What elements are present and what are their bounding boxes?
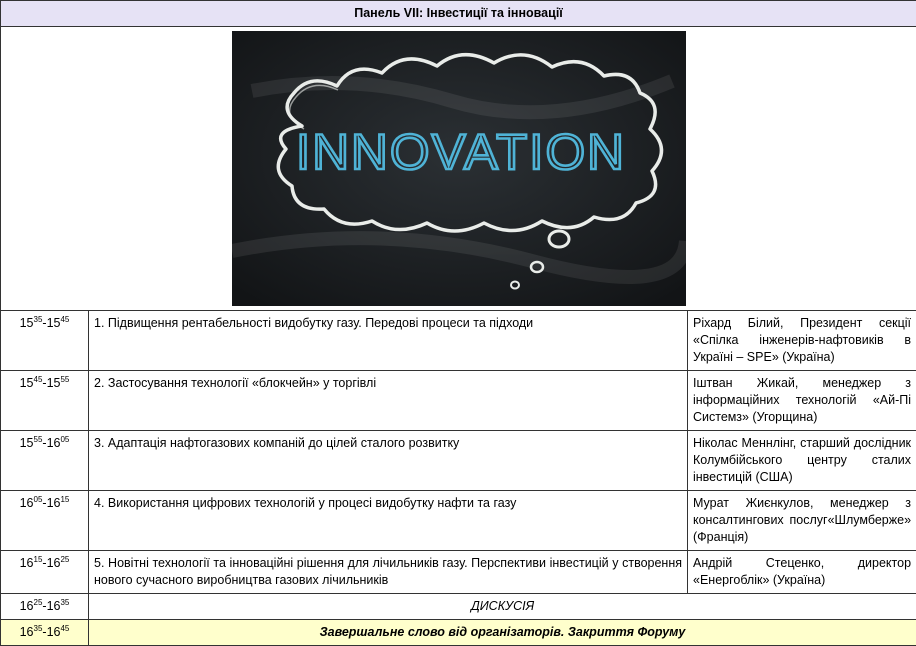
time-cell: 1605-1615 [1,491,89,551]
innovation-chalkboard-image: INNOVATION [232,31,686,306]
time-cell: 1535-1545 [1,311,89,371]
topic-cell: 1. Підвищення рентабельності видобутку г… [89,311,688,371]
discussion-label: ДИСКУСІЯ [89,594,916,620]
closing-row: 1635-1645 Завершальне слово від організа… [1,620,916,646]
topic-cell: 5. Новітні технології та інноваційні ріш… [89,551,688,594]
program-row: 1545-1555 2. Застосування технології «бл… [1,371,916,431]
speaker-cell: Ніколас Меннлінг, старший дослідник Колу… [688,431,916,491]
closing-label: Завершальне слово від організаторів. Зак… [89,620,916,646]
panel-title: Панель VII: Інвестиції та інновації [1,1,916,27]
time-cell: 1625-1635 [1,594,89,620]
discussion-row: 1625-1635 ДИСКУСІЯ [1,594,916,620]
speaker-cell: Мурат Жиєнкулов, менеджер з консалтингов… [688,491,916,551]
time-cell: 1635-1645 [1,620,89,646]
program-row: 1535-1545 1. Підвищення рентабельності в… [1,311,916,371]
program-table: Панель VII: Інвестиції та інновації [0,0,916,646]
speaker-cell: Андрій Стеценко, директор «Енергоблік» (… [688,551,916,594]
time-cell: 1545-1555 [1,371,89,431]
speaker-cell: Іштван Жикай, менеджер з інформаційних т… [688,371,916,431]
innovation-image-cell: INNOVATION [1,27,916,311]
program-row: 1615-1625 5. Новітні технології та іннов… [1,551,916,594]
topic-cell: 2. Застосування технології «блокчейн» у … [89,371,688,431]
time-cell: 1615-1625 [1,551,89,594]
topic-cell: 3. Адаптація нафтогазових компаній до ці… [89,431,688,491]
innovation-chalk-word: INNOVATION [296,124,626,180]
speaker-cell: Ріхард Білий, Президент секції «Спілка і… [688,311,916,371]
program-row: 1555-1605 3. Адаптація нафтогазових комп… [1,431,916,491]
topic-cell: 4. Використання цифрових технологій у пр… [89,491,688,551]
program-row: 1605-1615 4. Використання цифрових техно… [1,491,916,551]
time-cell: 1555-1605 [1,431,89,491]
